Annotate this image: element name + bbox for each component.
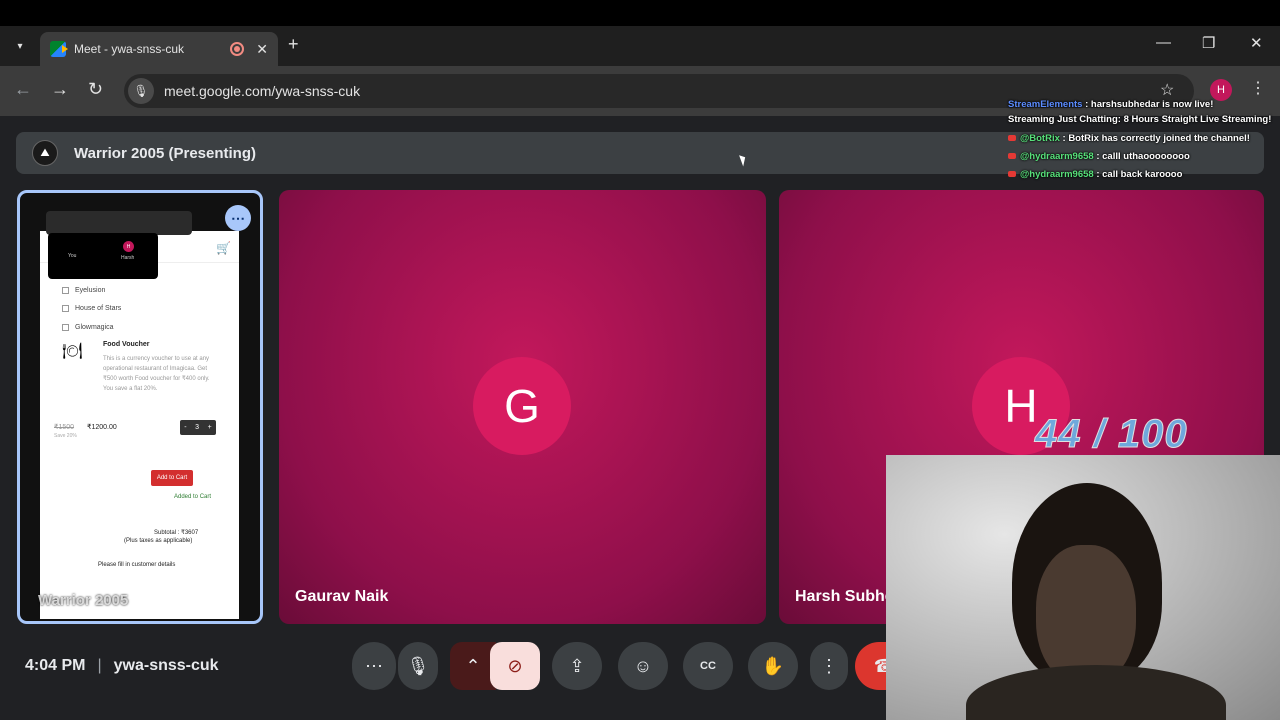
top-black-band — [0, 0, 1280, 26]
more-options-button[interactable]: ⋯ — [225, 205, 251, 231]
participant-name: Harsh Subhe — [795, 588, 894, 605]
mini-browser-bar — [46, 211, 192, 235]
cart-icon: 🛒 — [216, 241, 231, 255]
more-options-kebab-icon[interactable]: ⋮ — [810, 642, 848, 690]
add-to-cart-button[interactable]: Add to Cart — [151, 470, 193, 486]
participant-name: Gaurav Naik — [295, 588, 389, 605]
participant-tile-gaurav[interactable]: G Gaurav Naik — [279, 190, 766, 624]
more-actions-button[interactable]: ⋯ — [352, 642, 396, 690]
participant-avatar: G — [473, 357, 571, 455]
browser-menu-icon[interactable]: ⋮ — [1250, 78, 1266, 98]
save-text: Save 20% — [54, 433, 77, 439]
emoji-button[interactable]: ☺ — [618, 642, 668, 690]
presenter-name-label: Warrior 2005 — [38, 592, 129, 609]
tab-strip: ▾ Meet - ywa-snss-cuk ✕ + — ❐ ✕ — [0, 26, 1280, 66]
quantity-stepper[interactable]: -3 + — [180, 420, 216, 435]
close-tab-icon[interactable]: ✕ — [256, 41, 268, 58]
forward-button[interactable]: → — [51, 79, 69, 100]
mini-participants: You H Harsh — [48, 233, 158, 279]
new-tab-button[interactable]: + — [288, 34, 299, 55]
presenter-avatar: ⛰ — [32, 140, 58, 166]
url-text[interactable]: meet.google.com/ywa-snss-cuk — [164, 83, 360, 99]
reload-button[interactable]: ↻ — [88, 79, 103, 100]
list-item: Glowmagica — [62, 324, 114, 331]
present-screen-button[interactable]: ⇪ — [552, 642, 602, 690]
mic-button[interactable]: 🎙 — [398, 642, 438, 690]
camera-off-button[interactable]: ⊘ — [490, 642, 540, 690]
old-price: ₹1500 — [54, 424, 75, 431]
new-price: ₹1200.00 — [87, 424, 117, 431]
minimize-button[interactable]: — — [1156, 34, 1171, 51]
stream-chat-overlay: StreamElements : harshsubhedar is now li… — [1008, 96, 1280, 184]
captions-button[interactable]: CC — [683, 642, 733, 690]
plate-icon: 🍽 — [62, 343, 83, 360]
presentation-tile[interactable]: 🛒 Eyelusion House of Stars Glowmagica 🍽 … — [17, 190, 263, 624]
chat-message: @BotRix : BotRix has correctly joined th… — [1008, 130, 1280, 148]
tab-title: Meet - ywa-snss-cuk — [74, 42, 185, 56]
meeting-time: 4:04 PM — [25, 657, 86, 674]
presenting-title: Warrior 2005 (Presenting) — [74, 144, 256, 162]
list-item: Eyelusion — [62, 287, 105, 294]
raise-hand-button[interactable]: ✋ — [748, 642, 798, 690]
voucher-title: Food Voucher — [103, 341, 150, 348]
close-window-button[interactable]: ✕ — [1250, 34, 1263, 52]
webcam-overlay — [886, 455, 1280, 720]
restore-button[interactable]: ❐ — [1202, 34, 1215, 52]
chat-message: Streaming Just Chatting: 8 Hours Straigh… — [1008, 114, 1272, 125]
chat-message: StreamElements : harshsubhedar is now li… — [1008, 99, 1214, 110]
meeting-code: ywa-snss-cuk — [113, 657, 219, 674]
taxes-note: (Plus taxes as applicable) — [124, 538, 193, 544]
chat-message: @hydraarm9658 : calll uthaoooooooo — [1008, 148, 1280, 166]
added-to-cart-text: Added to Cart — [174, 494, 212, 500]
shared-screen: 🛒 Eyelusion House of Stars Glowmagica 🍽 … — [40, 231, 239, 619]
tab-search-icon[interactable]: ▾ — [8, 34, 32, 58]
fill-details: Please fill in customer details — [98, 562, 176, 568]
subtotal: Subtotal : ₹3607 — [154, 530, 199, 536]
site-mic-icon[interactable]: 🎙 — [128, 78, 154, 104]
recording-icon — [230, 42, 245, 56]
chat-message: @hydraarm9658 : call back karoooo — [1008, 166, 1280, 184]
score-overlay: 44 / 100 — [1035, 412, 1188, 457]
meet-favicon-icon — [50, 41, 68, 57]
back-button[interactable]: ← — [14, 79, 32, 100]
voucher-desc: This is a currency voucher to use at any… — [103, 356, 210, 392]
list-item: House of Stars — [62, 305, 121, 312]
meeting-info: 4:04 PM | ywa-snss-cuk — [25, 657, 219, 674]
tab-meet[interactable]: Meet - ywa-snss-cuk ✕ — [40, 32, 278, 66]
